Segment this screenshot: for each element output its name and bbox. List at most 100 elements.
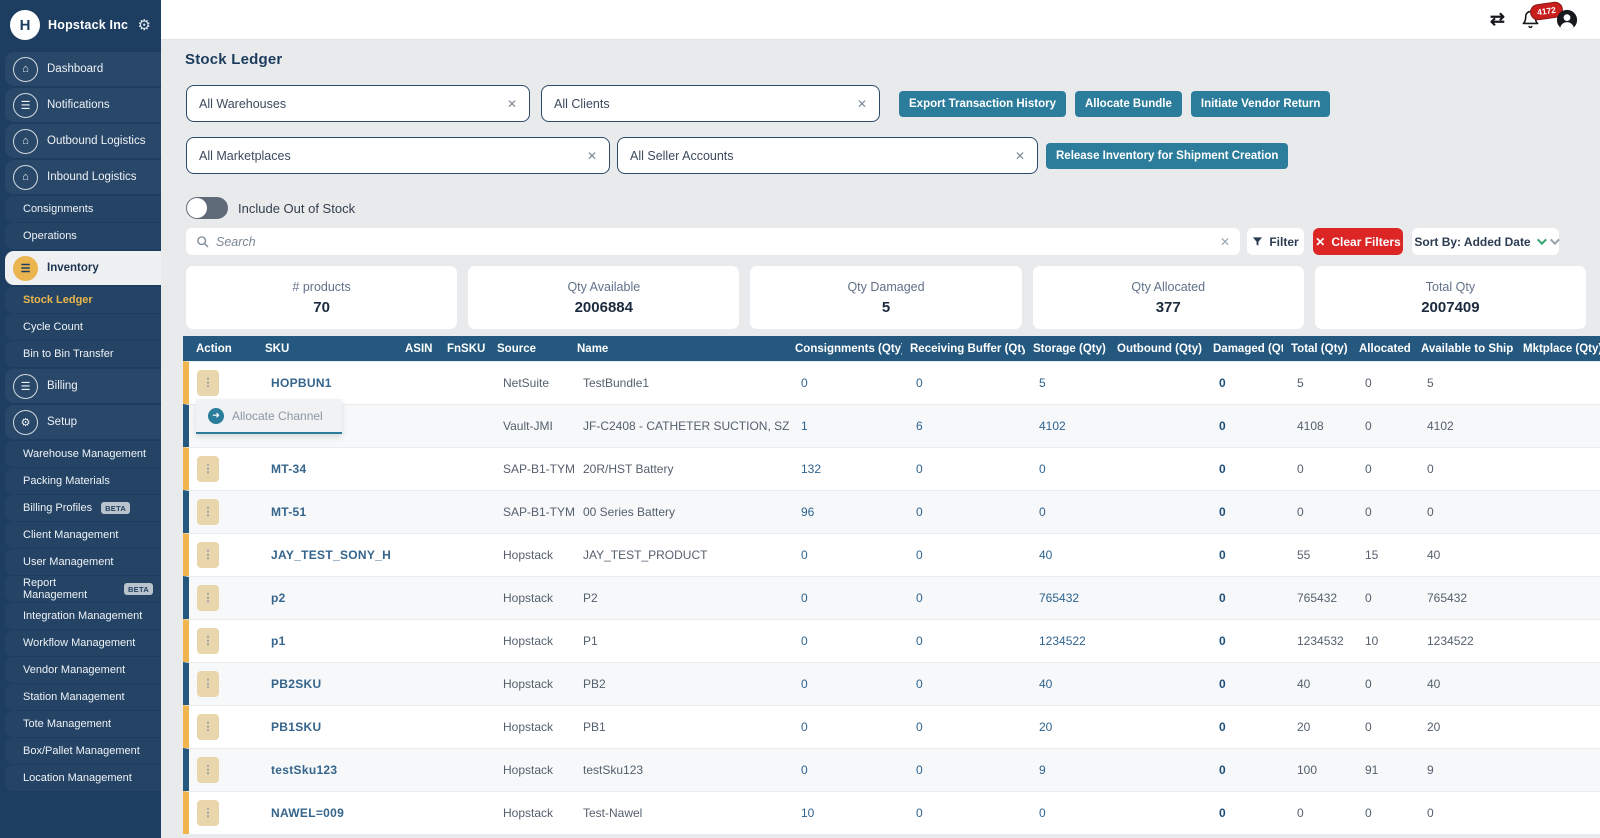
search-input[interactable] bbox=[216, 235, 1213, 249]
cell-allocated: 0 bbox=[1357, 405, 1419, 447]
gear-icon[interactable]: ⚙ bbox=[138, 16, 151, 34]
cell-sku[interactable]: JAY_TEST_SONY_H bbox=[263, 534, 403, 576]
table-row: ⋮PB2SKUHopstackPB20040040040 bbox=[183, 662, 1600, 705]
cell-receiving_buffer: 0 bbox=[908, 448, 1031, 490]
sidebar-item-warehouse-management[interactable]: Warehouse Management bbox=[5, 441, 161, 467]
sidebar-item-setup[interactable]: ⚙Setup bbox=[5, 405, 161, 439]
row-actions-menu-button[interactable]: ⋮ bbox=[197, 628, 219, 654]
export-transaction-history-button[interactable]: Export Transaction History bbox=[899, 91, 1066, 117]
action-cell: ⋮ bbox=[189, 620, 263, 662]
cell-sku[interactable]: HOPBUN1 bbox=[263, 362, 403, 404]
cell-sku[interactable]: PB2SKU bbox=[263, 663, 403, 705]
column-header-allocated[interactable]: Allocated bbox=[1351, 336, 1413, 361]
sidebar-item-box-pallet-management[interactable]: Box/Pallet Management bbox=[5, 738, 161, 764]
table-row: ⋮JAY_TEST_SONY_HHopstackJAY_TEST_PRODUCT… bbox=[183, 533, 1600, 576]
include-out-of-stock-toggle[interactable] bbox=[186, 197, 228, 219]
allocate-bundle-button[interactable]: Allocate Bundle bbox=[1075, 91, 1182, 117]
column-header-source[interactable]: Source bbox=[489, 336, 569, 361]
cell-sku[interactable]: MT-34 bbox=[263, 448, 403, 490]
column-header-outbound-qty-[interactable]: Outbound (Qty) bbox=[1109, 336, 1205, 361]
row-actions-menu-button[interactable]: ⋮ bbox=[197, 757, 219, 783]
sidebar-item-dashboard[interactable]: ⌂Dashboard bbox=[5, 52, 161, 86]
marketplace-select[interactable]: All Marketplaces ✕ bbox=[186, 137, 610, 174]
cell-asin bbox=[403, 749, 445, 791]
cell-sku[interactable]: p2 bbox=[263, 577, 403, 619]
marketplace-clear-icon[interactable]: ✕ bbox=[587, 149, 597, 163]
sidebar-item-operations[interactable]: Operations bbox=[5, 223, 161, 249]
switch-warehouse-icon[interactable]: ⇄ bbox=[1490, 9, 1505, 30]
clear-filters-button[interactable]: ✕ Clear Filters bbox=[1313, 228, 1403, 255]
sidebar-item-stock-ledger[interactable]: Stock Ledger bbox=[5, 287, 161, 313]
sidebar-item-bin-to-bin-transfer[interactable]: Bin to Bin Transfer bbox=[5, 341, 161, 367]
cell-damaged: 0 bbox=[1211, 577, 1289, 619]
cell-allocated: 91 bbox=[1357, 749, 1419, 791]
sidebar-item-packing-materials[interactable]: Packing Materials bbox=[5, 468, 161, 494]
cell-name: Test-Nawel bbox=[575, 792, 793, 834]
row-actions-menu-button[interactable]: ⋮ bbox=[197, 671, 219, 697]
row-actions-menu-button[interactable]: ⋮ bbox=[197, 370, 219, 396]
column-header-consignments-qty-[interactable]: Consignments (Qty) bbox=[787, 336, 902, 361]
sidebar-item-location-management[interactable]: Location Management bbox=[5, 765, 161, 791]
sidebar-item-report-management[interactable]: Report Management BETA bbox=[5, 576, 161, 602]
sidebar-item-inbound-logistics[interactable]: ⌂Inbound Logistics bbox=[5, 160, 161, 194]
column-header-name[interactable]: Name bbox=[569, 336, 787, 361]
sidebar-item-user-management[interactable]: User Management bbox=[5, 549, 161, 575]
sidebar-item-notifications[interactable]: ☰Notifications bbox=[5, 88, 161, 122]
cell-outbound bbox=[1115, 534, 1211, 576]
user-avatar[interactable] bbox=[1556, 9, 1578, 31]
sidebar-item-outbound-logistics[interactable]: ⌂Outbound Logistics bbox=[5, 124, 161, 158]
column-header-storage-qty-[interactable]: Storage (Qty) bbox=[1025, 336, 1109, 361]
sidebar-item-consignments[interactable]: Consignments bbox=[5, 196, 161, 222]
warehouse-clear-icon[interactable]: ✕ bbox=[507, 97, 517, 111]
column-header-damaged-qty-[interactable]: Damaged (Qty) bbox=[1205, 336, 1283, 361]
sidebar-item-tote-management[interactable]: Tote Management bbox=[5, 711, 161, 737]
stat-card-qty-allocated: Qty Allocated377 bbox=[1033, 266, 1304, 329]
row-actions-menu-button[interactable]: ⋮ bbox=[197, 456, 219, 482]
initiate-vendor-return-button[interactable]: Initiate Vendor Return bbox=[1191, 91, 1331, 117]
seller-account-clear-icon[interactable]: ✕ bbox=[1015, 149, 1025, 163]
client-select[interactable]: All Clients ✕ bbox=[541, 85, 880, 122]
sidebar-item-workflow-management[interactable]: Workflow Management bbox=[5, 630, 161, 656]
stat-label: # products bbox=[292, 280, 350, 294]
row-actions-menu-button[interactable]: ⋮ bbox=[197, 714, 219, 740]
seller-account-select[interactable]: All Seller Accounts ✕ bbox=[617, 137, 1038, 174]
column-header-asin[interactable]: ASIN bbox=[397, 336, 439, 361]
beta-badge: BETA bbox=[124, 583, 153, 595]
cell-sku[interactable]: PB1SKU bbox=[263, 706, 403, 748]
sort-by-dropdown[interactable]: Sort By: Added Date bbox=[1412, 228, 1559, 255]
sidebar-item-station-management[interactable]: Station Management bbox=[5, 684, 161, 710]
row-actions-menu-button[interactable]: ⋮ bbox=[197, 499, 219, 525]
cell-sku[interactable]: p1 bbox=[263, 620, 403, 662]
filter-button[interactable]: Filter bbox=[1247, 228, 1304, 255]
cell-sku[interactable]: testSku123 bbox=[263, 749, 403, 791]
row-actions-menu-button[interactable]: ⋮ bbox=[197, 585, 219, 611]
column-header-mktplace-qty-[interactable]: Mktplace (Qty) bbox=[1515, 336, 1600, 361]
row-actions-menu-button[interactable]: ⋮ bbox=[197, 800, 219, 826]
sidebar-item-vendor-management[interactable]: Vendor Management bbox=[5, 657, 161, 683]
cell-available_to_ship: 4102 bbox=[1419, 405, 1521, 447]
column-header-action[interactable]: Action bbox=[183, 336, 257, 361]
filter-button-label: Filter bbox=[1269, 235, 1298, 249]
release-inventory-for-shipment-creation-button[interactable]: Release Inventory for Shipment Creation bbox=[1046, 143, 1288, 169]
client-clear-icon[interactable]: ✕ bbox=[857, 97, 867, 111]
sidebar-item-cycle-count[interactable]: Cycle Count bbox=[5, 314, 161, 340]
sidebar-item-integration-management[interactable]: Integration Management bbox=[5, 603, 161, 629]
column-header-total-qty-[interactable]: Total (Qty) bbox=[1283, 336, 1351, 361]
column-header-fnsku[interactable]: FnSKU bbox=[439, 336, 489, 361]
column-header-sku[interactable]: SKU bbox=[257, 336, 397, 361]
sidebar-item-inventory[interactable]: ☰Inventory bbox=[5, 251, 161, 285]
sidebar-item-billing[interactable]: ☰Billing bbox=[5, 369, 161, 403]
cell-sku[interactable]: MT-51 bbox=[263, 491, 403, 533]
search-clear-icon[interactable]: ✕ bbox=[1220, 235, 1230, 249]
warehouse-select[interactable]: All Warehouses ✕ bbox=[186, 85, 530, 122]
allocate-channel-menu[interactable]: ➜ Allocate Channel bbox=[196, 399, 342, 434]
sidebar-item-client-management[interactable]: Client Management bbox=[5, 522, 161, 548]
sidebar-item-label: Report Management bbox=[23, 577, 115, 601]
column-header-receiving-buffer-qty-[interactable]: Receiving Buffer (Qty) bbox=[902, 336, 1025, 361]
column-header-available-to-ship[interactable]: Available to Ship bbox=[1413, 336, 1515, 361]
notifications-bell-icon[interactable]: 4172 bbox=[1521, 10, 1540, 29]
cell-name: P2 bbox=[575, 577, 793, 619]
sidebar-item-billing-profiles[interactable]: Billing ProfilesBETA bbox=[5, 495, 161, 521]
row-actions-menu-button[interactable]: ⋮ bbox=[197, 542, 219, 568]
cell-sku[interactable]: NAWEL=009 bbox=[263, 792, 403, 834]
